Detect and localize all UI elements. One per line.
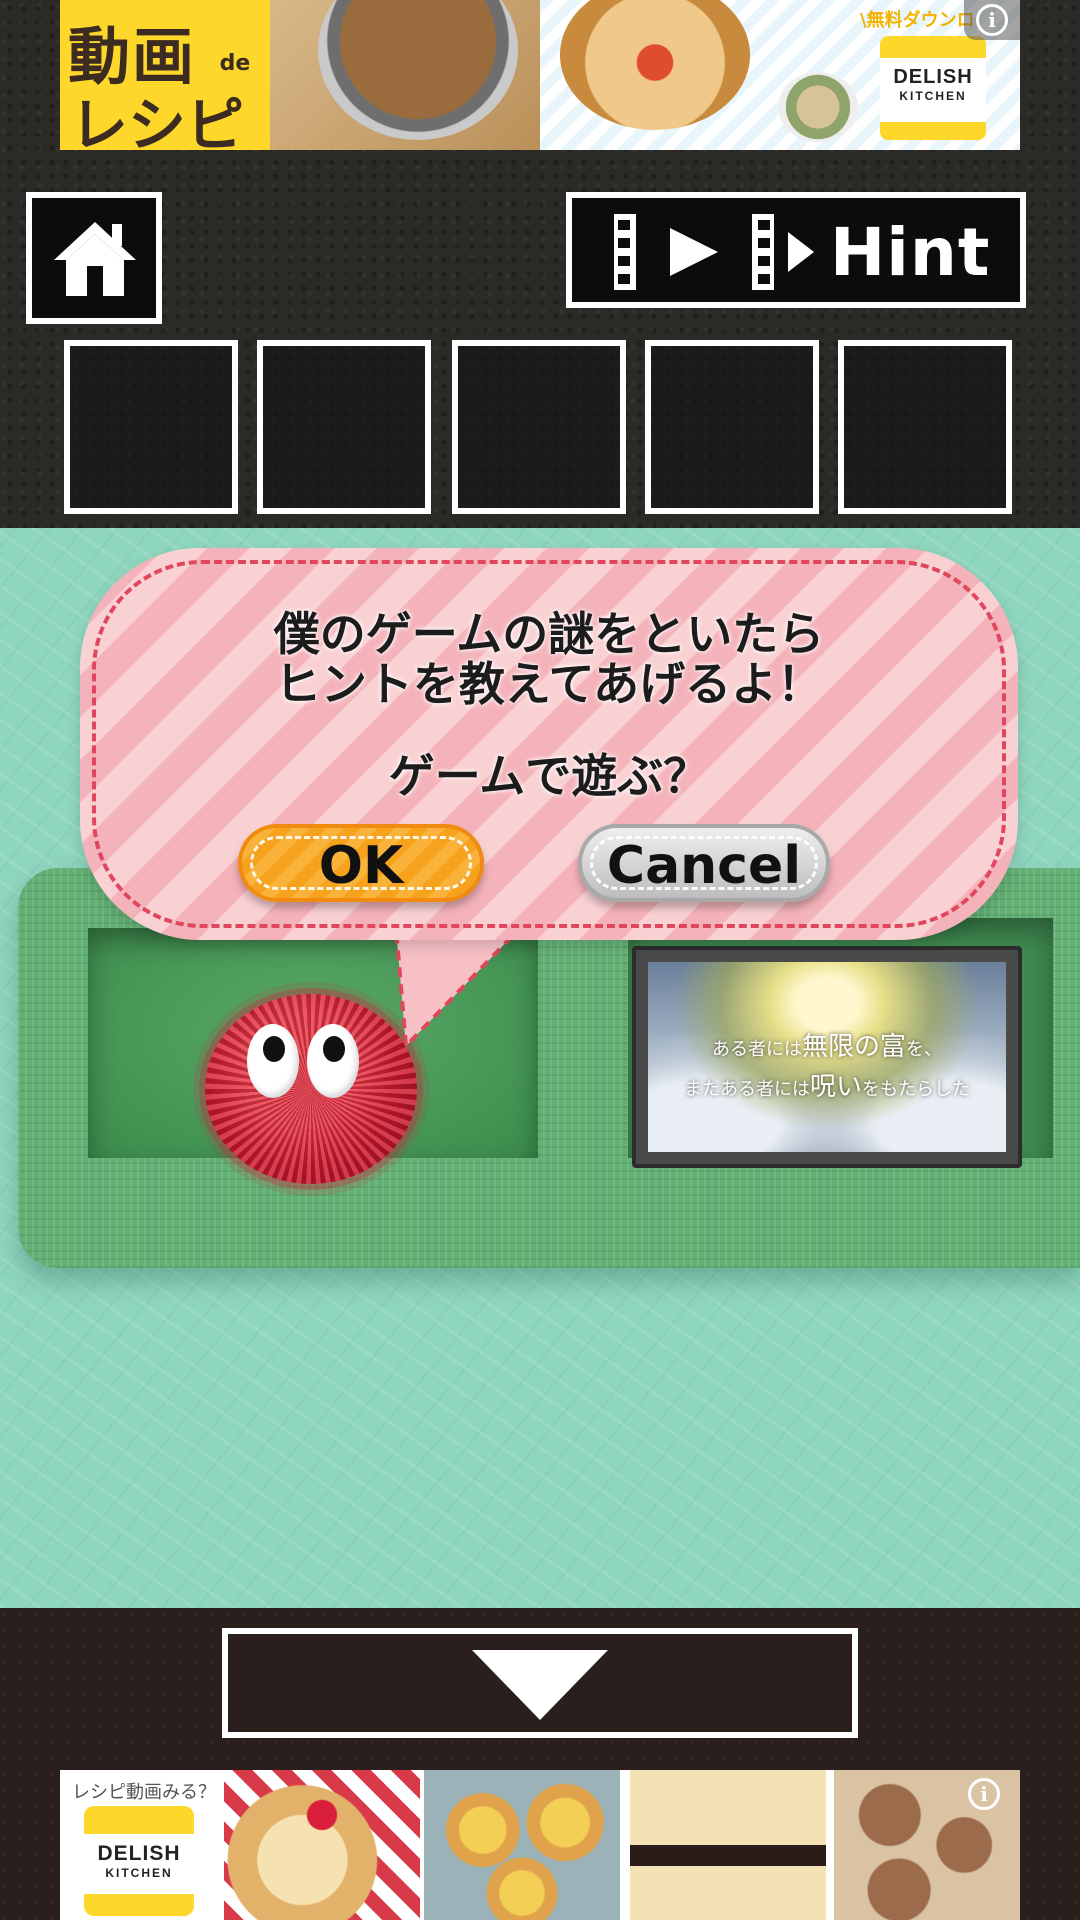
home-button[interactable] — [26, 192, 162, 324]
inventory-slot-5[interactable] — [838, 340, 1012, 514]
hint-label: Hint — [830, 214, 991, 291]
ad-bottom-info-button[interactable]: i — [968, 1778, 1008, 1818]
down-arrow-icon — [472, 1650, 608, 1720]
play-arrow-icon — [788, 232, 814, 272]
monitor-screen: ある者には無限の富を、 またある者には呪いをもたらした — [648, 962, 1006, 1152]
speech-bubble-tail — [392, 928, 524, 1051]
ad-promo-text: \無料ダウンロ — [860, 10, 975, 31]
ok-button[interactable]: OK — [238, 824, 484, 902]
inventory-slot-1[interactable] — [64, 340, 238, 514]
ad-bottom-brand-name: DELISH — [97, 1842, 181, 1865]
info-icon: i — [976, 4, 1008, 36]
ad-photo-egg-tarts — [424, 1770, 620, 1920]
monitor-caption-line2: またある者には呪いをもたらした — [683, 1072, 970, 1102]
ad-brand-name: DELISH — [893, 66, 973, 88]
ok-button-label: OK — [318, 836, 404, 896]
ad-bottom-brand-subname: KITCHEN — [105, 1866, 173, 1880]
ad-photo-cheesecake — [630, 1770, 826, 1920]
game-scene[interactable]: ある者には無限の富を、 またある者には呪いをもたらした 僕のゲームの謎をといたら… — [0, 528, 1080, 1608]
video-play-icon — [614, 214, 774, 290]
ad-brand-logo: DELISH KITCHEN — [880, 36, 986, 140]
ad-info-button[interactable]: i — [964, 0, 1020, 40]
monitor-caption-line1: ある者には無限の富を、 — [711, 1032, 942, 1062]
ad-brand-subname: KITCHEN — [899, 89, 967, 103]
top-ad-banner[interactable]: 動画 レシピ de \無料ダウンロ DELISH KITCHEN i — [60, 0, 1020, 150]
hint-button[interactable]: Hint — [566, 192, 1026, 308]
left-eye — [247, 1024, 299, 1098]
right-eye — [307, 1024, 359, 1098]
info-icon: i — [968, 1778, 1000, 1810]
cancel-button-label: Cancel — [606, 836, 802, 896]
home-icon — [54, 222, 136, 296]
ad-headline-panel: 動画 レシピ de — [60, 0, 270, 150]
dialog-question: ゲームで遊ぶ？ — [388, 749, 710, 803]
red-fuzzball-character[interactable] — [205, 994, 417, 1184]
ad-photo-plate — [778, 72, 858, 142]
ad-bottom-brand-logo: DELISH KITCHEN — [84, 1806, 194, 1916]
bottom-ad-banner[interactable]: レシピ動画みる？ DELISH KITCHEN i — [60, 1770, 1020, 1920]
ad-bottom-prompt: レシピ動画みる？ — [72, 1782, 216, 1803]
cancel-button[interactable]: Cancel — [578, 824, 830, 902]
inventory-slot-2[interactable] — [257, 340, 431, 514]
inventory-slot-4[interactable] — [645, 340, 819, 514]
speech-bubble-dialog: 僕のゲームの謎をといたら ヒントを教えてあげるよ！ ゲームで遊ぶ？ OK Can… — [80, 548, 1018, 940]
monitor[interactable]: ある者には無限の富を、 またある者には呪いをもたらした — [632, 946, 1022, 1168]
ad-headline-line2: レシピ — [70, 91, 245, 150]
inventory-slot-3[interactable] — [452, 340, 626, 514]
dialog-line2: ヒントを教えてあげるよ！ — [274, 657, 824, 711]
ad-headline-de: de — [212, 44, 258, 84]
ad-photo-strawberry-pastry — [224, 1770, 420, 1920]
move-back-button[interactable] — [222, 1628, 858, 1738]
